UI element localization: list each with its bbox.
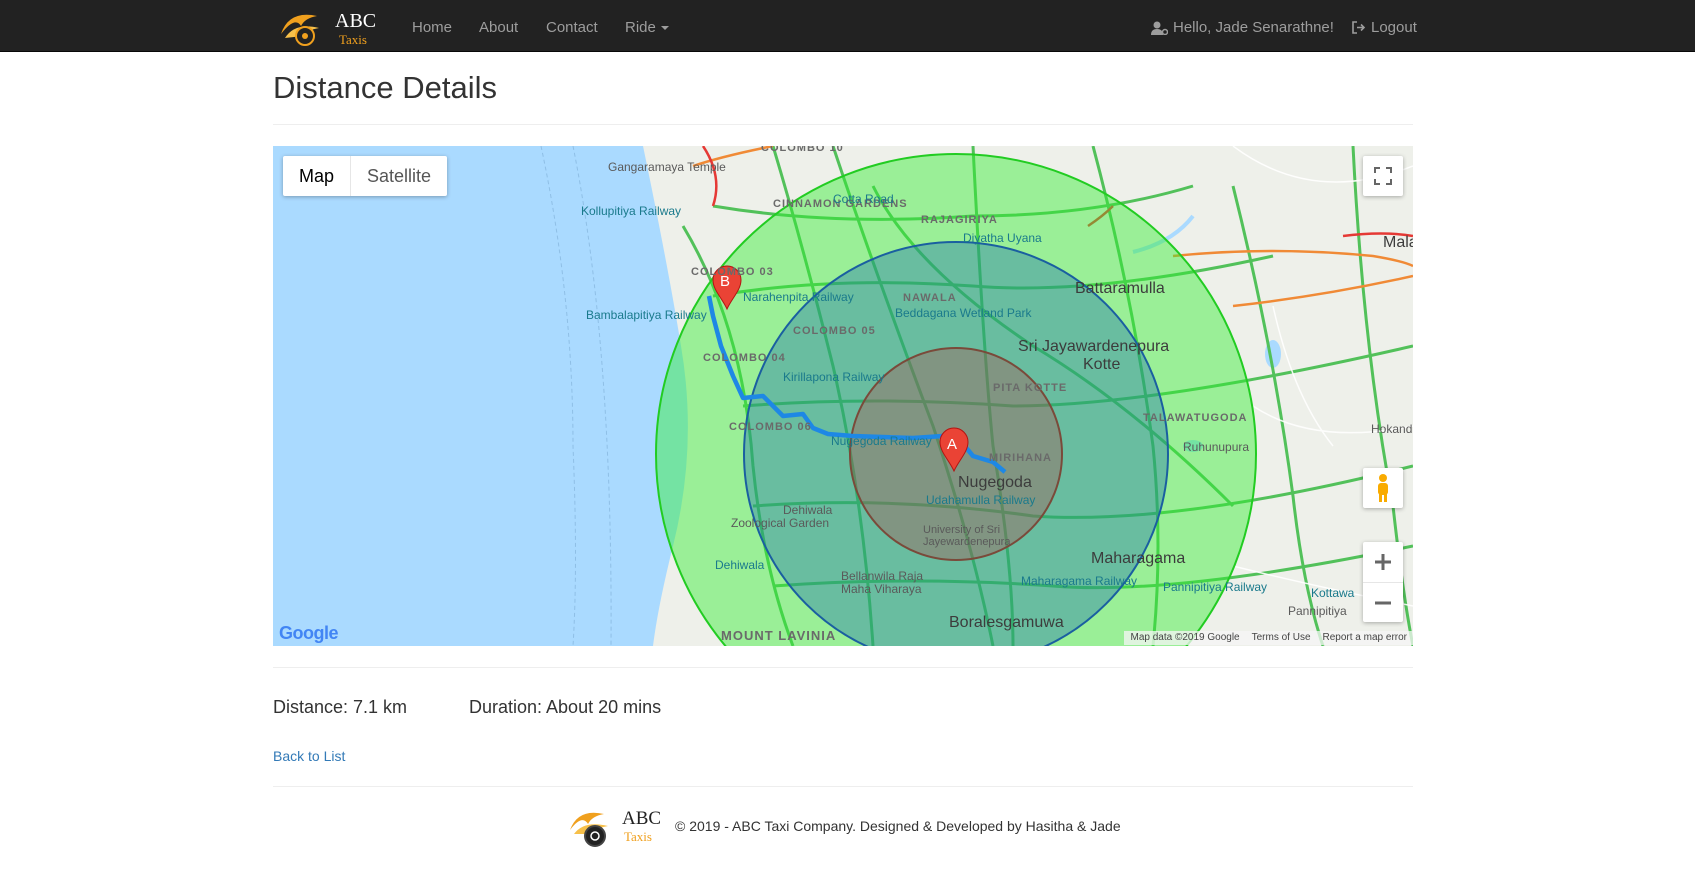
map-label: University of Sri Jayewardenepura (923, 524, 1011, 548)
map-label: Mala (1383, 234, 1413, 251)
map-label: Gangaramaya Temple (608, 160, 726, 174)
plus-icon (1375, 554, 1391, 570)
map-label: Bellanwila Raja Maha Viharaya (841, 569, 924, 596)
map-label: Maharagama (1091, 550, 1186, 567)
divider (273, 124, 1413, 125)
zoom-out-button[interactable] (1363, 583, 1403, 622)
map-label: RAJAGIRIYA (921, 214, 998, 226)
map-label: Narahenpita Railway (743, 290, 854, 304)
map-type-satellite-button[interactable]: Satellite (350, 156, 447, 196)
google-logo[interactable]: Google (279, 623, 339, 644)
map-label: Zoological Garden (731, 516, 830, 530)
map-label: Diyatha Uyana (963, 231, 1042, 245)
map-label: Maharagama Railway (1021, 574, 1138, 588)
map-label: NAWALA (903, 292, 957, 304)
terms-of-use-link[interactable]: Terms of Use (1252, 631, 1311, 645)
map-label: MOUNT LAVINIA (721, 628, 837, 643)
map-label: Pannipitiya Railway (1163, 580, 1268, 594)
map-label: PITA KOTTE (993, 382, 1068, 394)
chevron-down-icon (660, 26, 669, 31)
taxi-logo-icon (281, 14, 319, 46)
map-label: Nugegoda (958, 474, 1032, 491)
report-map-error-link[interactable]: Report a map error (1323, 631, 1407, 645)
footer-brand-name: ABC (622, 808, 662, 829)
map-label: Pannipitiya (1288, 604, 1347, 618)
map-label: COLOMBO 10 (761, 146, 844, 154)
distance-value: Distance: 7.1 km (273, 697, 408, 717)
map-label: Beddagana Wetland Park (895, 306, 1032, 320)
minus-icon (1375, 601, 1391, 604)
map-label: Cotta Road (833, 192, 894, 206)
map-type-map-button[interactable]: Map (283, 156, 350, 196)
pegman-icon (1378, 474, 1388, 502)
map-label: Kottawa (1311, 586, 1355, 600)
user-gear-icon (1151, 21, 1168, 35)
map-label: Dehiwala (715, 558, 765, 572)
map-data-credit: Map data ©2019 Google (1130, 632, 1240, 643)
page-title: Distance Details (273, 70, 497, 105)
route-map[interactable]: A B Gangaramaya Temple Kollupitiya Railw… (273, 146, 1413, 646)
zoom-control (1363, 542, 1403, 622)
user-greeting[interactable]: Hello, Jade Senarathne! (1151, 19, 1334, 36)
marker-a-label: A (947, 436, 958, 453)
zoom-in-button[interactable] (1363, 542, 1403, 583)
street-view-pegman[interactable] (1363, 468, 1403, 508)
map-label: Kollupitiya Railway (581, 204, 682, 218)
nav-home[interactable]: Home (412, 19, 452, 36)
brand-name: ABC (335, 10, 377, 32)
sea (273, 146, 688, 646)
map-type-control: Map Satellite (283, 156, 448, 196)
sign-out-icon (1352, 21, 1366, 34)
footer-copyright: © 2019 - ABC Taxi Company. Designed & De… (675, 818, 1121, 834)
map-label: Nugegoda Railway (831, 434, 932, 448)
logout-label: Logout (1371, 19, 1417, 36)
map-attribution: Map data ©2019 Google Terms of Use Repor… (1124, 631, 1413, 645)
greeting-label: Hello, Jade Senarathne! (1173, 19, 1334, 36)
map-label: COLOMBO 05 (793, 325, 876, 337)
map-label: Sri Jayawardenepura (1018, 338, 1170, 355)
map-label: Kotte (1083, 356, 1121, 373)
duration-value: Duration: About 20 mins (469, 697, 662, 717)
map-label: Udahamulla Railway (926, 493, 1036, 507)
map-label: Battaramulla (1075, 280, 1165, 297)
map-label: Bambalapitiya Railway (586, 308, 707, 322)
footer-logo: ABC Taxis (568, 804, 664, 850)
map-label: Kirillapona Railway (783, 370, 885, 384)
divider (273, 786, 1413, 787)
taxi-logo-icon (570, 812, 608, 847)
fullscreen-button[interactable] (1363, 156, 1403, 196)
navbar: ABC Taxis Home About Contact Ride Hello,… (0, 0, 1695, 52)
nav-contact[interactable]: Contact (546, 19, 598, 36)
map-label: Ruhunupura (1183, 440, 1250, 454)
map-label: Boralesgamuwa (949, 614, 1064, 631)
brand-subname: Taxis (339, 32, 367, 47)
nav-about[interactable]: About (479, 19, 518, 36)
map-label: COLOMBO 06 (729, 421, 812, 433)
brand-logo[interactable]: ABC Taxis (275, 4, 379, 48)
map-label: Dehiwala (783, 503, 833, 517)
nav-ride-dropdown[interactable]: Ride (625, 19, 669, 36)
map-label: TALAWATUGODA (1143, 412, 1248, 424)
back-to-list-link[interactable]: Back to List (273, 748, 345, 764)
footer-brand-subname: Taxis (624, 829, 652, 844)
fullscreen-icon (1374, 167, 1392, 185)
map-label: Hokand (1371, 422, 1413, 436)
map-label: COLOMBO 03 (691, 266, 774, 278)
logout-link[interactable]: Logout (1352, 19, 1417, 36)
google-logo-text: Google (279, 623, 339, 643)
nav-ride-label: Ride (625, 19, 656, 36)
map-label: MIRIHANA (989, 452, 1052, 464)
map-label: COLOMBO 04 (703, 352, 786, 364)
divider (273, 667, 1413, 668)
